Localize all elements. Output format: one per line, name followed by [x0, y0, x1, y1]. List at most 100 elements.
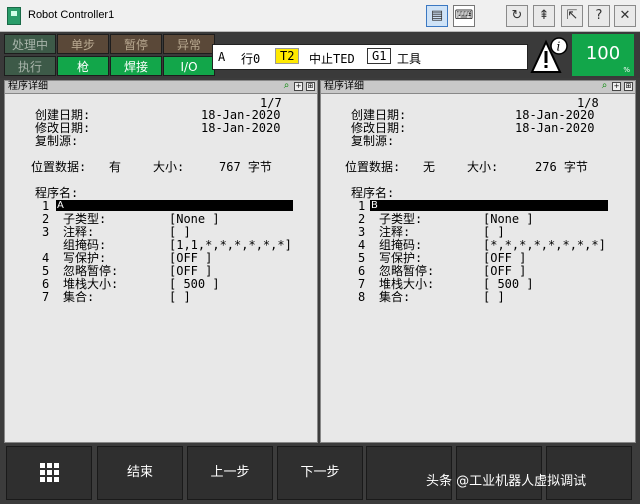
stack-size-value[interactable]: [ 500 ] [483, 277, 534, 291]
share-icon[interactable]: ⇱ [561, 5, 583, 27]
program-name-field[interactable]: B [370, 200, 608, 211]
ignore-pause-value[interactable]: [OFF ] [483, 264, 526, 278]
lamp-fault: 异常 [163, 34, 215, 54]
lamp-step: 单步 [57, 34, 109, 54]
comment-label: 注释: [379, 225, 411, 239]
row-number: 3 [358, 225, 366, 239]
stop-status: 中止TED [309, 52, 355, 66]
svg-text:i: i [557, 40, 561, 54]
lamp-hold: 暂停 [110, 34, 162, 54]
subtype-label: 子类型: [63, 212, 107, 226]
app-icon [7, 7, 21, 25]
collection-value[interactable]: [ ] [169, 290, 191, 304]
end-button[interactable]: 结束 [97, 446, 183, 500]
row-number: 4 [358, 238, 366, 252]
monitor-icon[interactable]: ▤ [426, 5, 448, 27]
row-number: 5 [358, 251, 366, 265]
help-icon[interactable]: ? [588, 5, 610, 27]
ignore-pause-label: 忽略暂停: [63, 264, 119, 278]
next-button[interactable]: 下一步 [277, 446, 363, 500]
row-number: 1 [358, 199, 366, 213]
row-number: 7 [358, 277, 366, 291]
panel-title: 程序详细 ⌕ + ⊞ [5, 81, 317, 94]
program-name-label: 程序名: [351, 186, 395, 200]
window-title: Robot Controller1 [28, 9, 115, 21]
group-indicator: G1 [367, 48, 392, 64]
panel-title: 程序详细 ⌕ + ⊞ [321, 81, 635, 94]
alert-info-icon[interactable]: i [528, 34, 570, 76]
comment-value[interactable]: [ ] [169, 225, 191, 239]
t2-badge: T2 [275, 48, 300, 64]
group-mask-value[interactable]: [*,*,*,*,*,*,*,*] [483, 238, 606, 252]
row-number: 2 [42, 212, 50, 226]
maximize-icon[interactable]: + [612, 82, 621, 91]
subtype-label: 子类型: [379, 212, 423, 226]
maximize-icon[interactable]: + [294, 82, 303, 91]
left-program-detail-panel: 程序详细 ⌕ + ⊞ 1/7 创建日期: 18-Jan-2020 修改日期: 1… [4, 80, 318, 443]
status-bar: 处理中 单步 暂停 异常 执行 枪 焊接 I/O A 行0 T2 中止TED G… [0, 32, 640, 78]
stack-size-value[interactable]: [ 500 ] [169, 277, 220, 291]
position-data-value: 有 [109, 160, 122, 174]
copy-source-label: 复制源: [35, 134, 79, 148]
subtype-value[interactable]: [None ] [483, 212, 534, 226]
row-number: 2 [358, 212, 366, 226]
row-number: 6 [358, 264, 366, 278]
size-label: 大小: [153, 160, 185, 174]
split-icon[interactable]: ⊞ [306, 82, 315, 91]
position-data-value: 无 [423, 160, 436, 174]
modified-label: 修改日期: [351, 121, 407, 135]
created-date: 18-Jan-2020 [201, 108, 281, 122]
row-number: 6 [42, 277, 50, 291]
lamp-gun: 枪 [57, 56, 109, 76]
stack-size-label: 堆栈大小: [379, 277, 435, 291]
position-data-label: 位置数据: [345, 160, 401, 174]
title-bar: Robot Controller1 ▤ ⌨ ↻ ⇞ ⇱ ? ✕ [0, 0, 640, 32]
modified-date: 18-Jan-2020 [515, 121, 595, 135]
program-name-field[interactable]: A [56, 200, 293, 211]
row-number: 4 [42, 251, 50, 265]
ignore-pause-value[interactable]: [OFF ] [169, 264, 212, 278]
size-value: 276 字节 [535, 160, 588, 174]
stack-size-label: 堆栈大小: [63, 277, 119, 291]
position-data-label: 位置数据: [31, 160, 87, 174]
row-number: 8 [358, 290, 366, 304]
close-icon[interactable]: ✕ [614, 5, 636, 27]
collection-value[interactable]: [ ] [483, 290, 505, 304]
row-number: 1 [42, 199, 50, 213]
size-label: 大小: [467, 160, 499, 174]
created-label: 创建日期: [35, 108, 91, 122]
lamp-io: I/O [163, 56, 215, 76]
info-strip: A 行0 T2 中止TED G1 工具 [212, 44, 528, 70]
group-mask-label: 组掩码: [379, 238, 423, 252]
jog-icon[interactable]: ⇞ [533, 5, 555, 27]
split-icon[interactable]: ⊞ [624, 82, 633, 91]
tool-indicator: 工具 [397, 52, 422, 66]
comment-value[interactable]: [ ] [483, 225, 505, 239]
subtype-value[interactable]: [None ] [169, 212, 220, 226]
zoom-icon[interactable]: ⌕ [600, 81, 609, 91]
copy-source-label: 复制源: [351, 134, 395, 148]
write-protect-label: 写保护: [379, 251, 423, 265]
group-mask-label: 组掩码: [63, 238, 107, 252]
size-value: 767 字节 [219, 160, 272, 174]
menu-button[interactable] [6, 446, 92, 500]
lamp-weld: 焊接 [110, 56, 162, 76]
zoom-icon[interactable]: ⌕ [282, 81, 291, 91]
override-speed[interactable]: 100 [572, 34, 634, 76]
keyboard-icon[interactable]: ⌨ [453, 5, 475, 27]
previous-button[interactable]: 上一步 [187, 446, 273, 500]
row-number: 7 [42, 290, 50, 304]
collection-label: 集合: [379, 290, 411, 304]
created-label: 创建日期: [351, 108, 407, 122]
refresh-icon[interactable]: ↻ [506, 5, 528, 27]
lamp-run: 执行 [4, 56, 56, 76]
write-protect-value[interactable]: [OFF ] [483, 251, 526, 265]
grid-menu-icon [40, 463, 60, 483]
row-number: 5 [42, 264, 50, 278]
created-date: 18-Jan-2020 [515, 108, 595, 122]
watermark: 头条 @工业机器人虚拟调试 [426, 474, 587, 489]
write-protect-label: 写保护: [63, 251, 107, 265]
line-indicator: 行0 [241, 52, 261, 66]
write-protect-value[interactable]: [OFF ] [169, 251, 212, 265]
group-mask-value[interactable]: [1,1,*,*,*,*,*,*] [169, 238, 292, 252]
